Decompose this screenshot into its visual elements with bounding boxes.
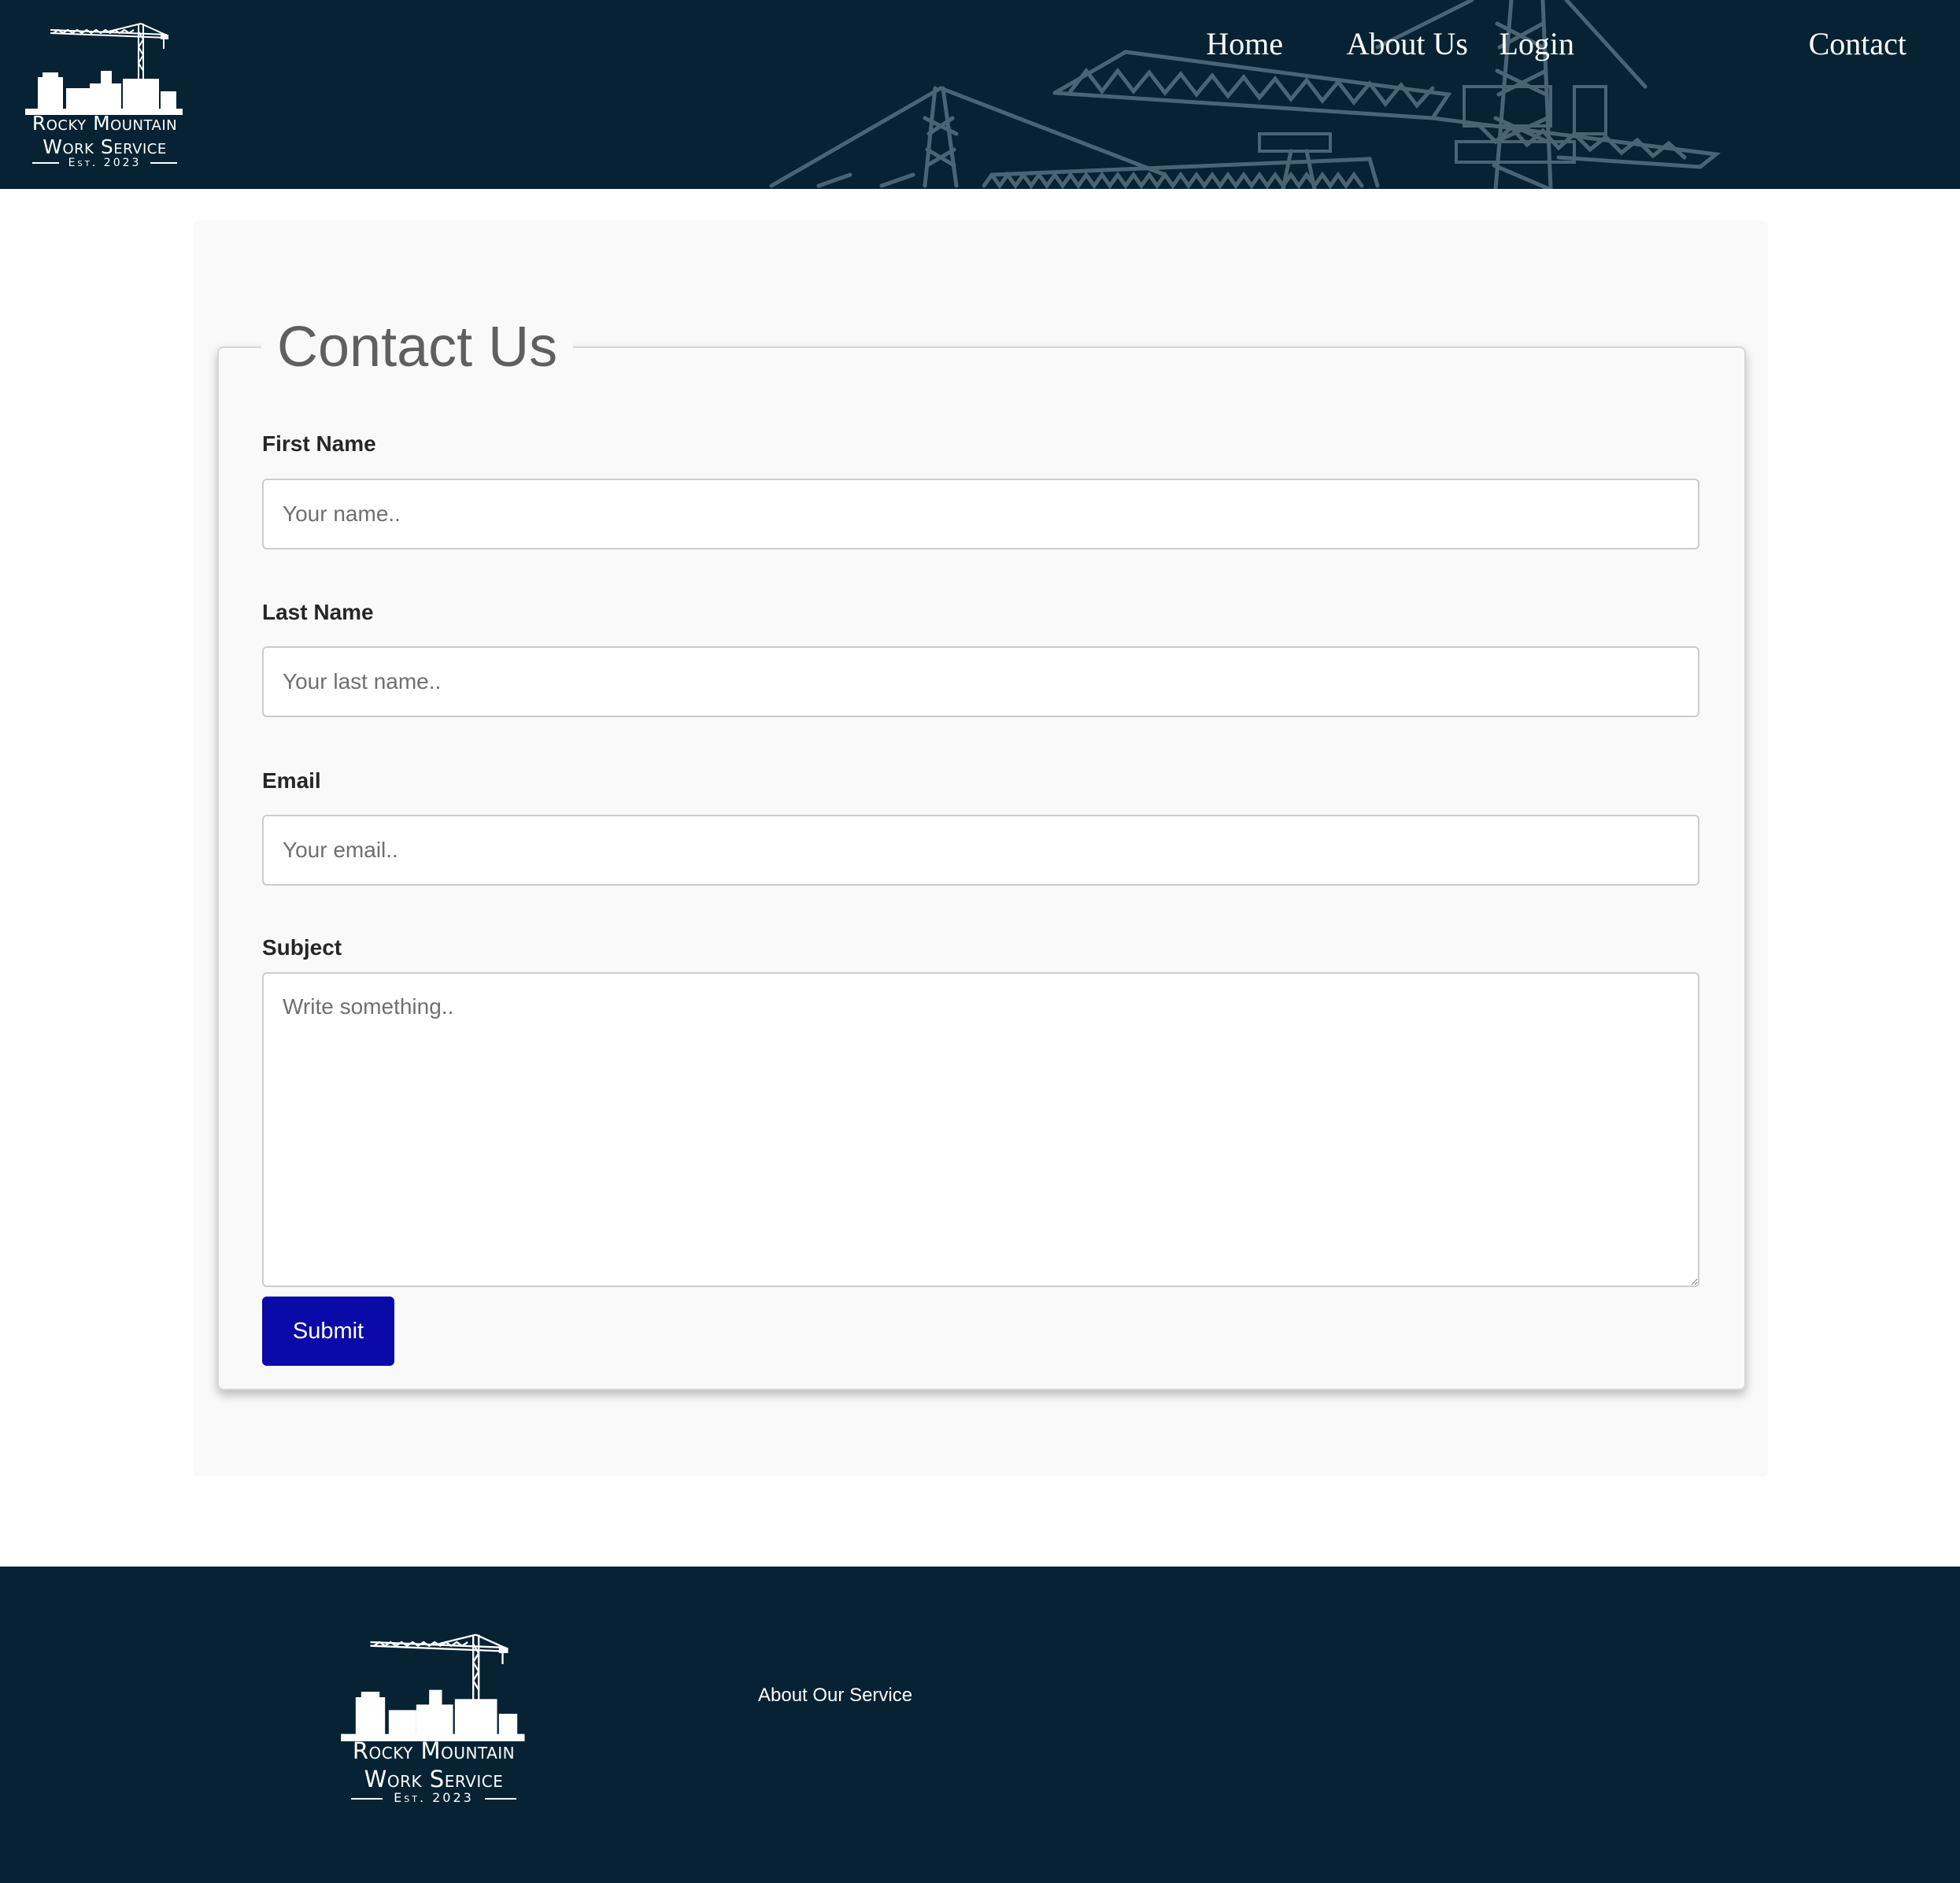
- crane-skyline-logo-icon: [341, 1633, 525, 1741]
- footer-about-service-link[interactable]: About Our Service: [758, 1685, 912, 1707]
- logo-text-line2: Work Service: [43, 135, 167, 158]
- form-legend: Contact Us: [261, 309, 574, 385]
- nav-about-link[interactable]: About Us: [1347, 24, 1468, 65]
- first-name-input[interactable]: [262, 479, 1699, 549]
- site-logo[interactable]: Rocky Mountain Work Service Est. 2023: [22, 20, 187, 170]
- submit-button[interactable]: Submit: [262, 1297, 394, 1366]
- subject-textarea[interactable]: [262, 972, 1699, 1287]
- footer-logo-text-line1: Rocky Mountain: [352, 1737, 516, 1764]
- last-name-input[interactable]: [262, 646, 1699, 717]
- nav-contact-link[interactable]: Contact: [1809, 24, 1906, 65]
- crane-skyline-logo-icon: [25, 23, 183, 115]
- email-input[interactable]: [262, 815, 1699, 886]
- logo-established: Est. 2023: [22, 157, 187, 169]
- site-footer: Rocky Mountain Work Service Est. 2023 Ab…: [0, 1567, 1960, 1883]
- footer-logo[interactable]: Rocky Mountain Work Service Est. 2023: [337, 1631, 531, 1805]
- first-name-label: First Name: [262, 431, 376, 456]
- nav-login-link[interactable]: Login: [1499, 24, 1574, 65]
- site-header: Rocky Mountain Work Service Est. 2023 Ho…: [0, 0, 1960, 189]
- subject-label: Subject: [262, 935, 342, 960]
- footer-logo-text-line2: Work Service: [364, 1766, 504, 1792]
- last-name-label: Last Name: [262, 600, 374, 624]
- logo-text-line1: Rocky Mountain: [31, 112, 178, 135]
- nav-home-link[interactable]: Home: [1206, 24, 1283, 65]
- footer-logo-established: Est. 2023: [337, 1790, 531, 1805]
- email-label: Email: [262, 768, 321, 793]
